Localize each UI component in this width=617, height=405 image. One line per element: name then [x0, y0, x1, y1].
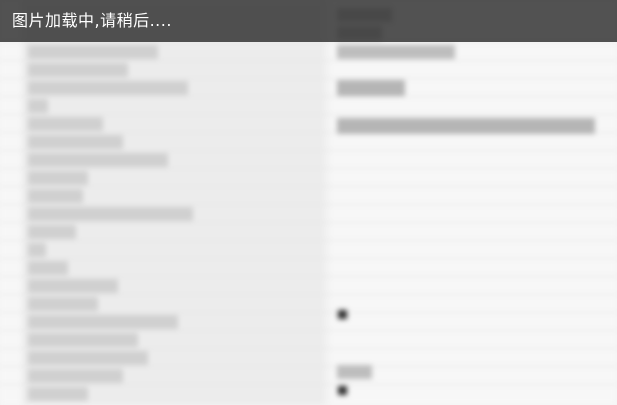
- row-divider: [0, 294, 617, 295]
- property-label: [28, 171, 88, 185]
- property-value: [337, 45, 455, 59]
- row-divider: [0, 42, 617, 43]
- row-divider: [0, 366, 617, 367]
- row-divider: [0, 348, 617, 349]
- property-label: [28, 243, 46, 257]
- property-label: [28, 189, 83, 203]
- blurred-property-table: [0, 0, 617, 405]
- row-divider: [0, 150, 617, 151]
- row-divider: [0, 96, 617, 97]
- property-label: [28, 387, 88, 401]
- property-label: [28, 45, 158, 59]
- loading-banner: 图片加载中,请稍后....: [0, 0, 617, 42]
- row-divider: [0, 78, 617, 79]
- row-divider: [0, 330, 617, 331]
- property-label: [28, 117, 103, 131]
- row-divider: [0, 168, 617, 169]
- row-divider: [0, 114, 617, 115]
- property-label: [28, 81, 188, 95]
- property-label: [28, 63, 128, 77]
- screenshot-frame: 图片加载中,请稍后....: [0, 0, 617, 405]
- row-divider: [0, 258, 617, 259]
- checkbox-square: [338, 310, 347, 319]
- property-label: [28, 225, 76, 239]
- row-divider: [0, 312, 617, 313]
- property-label: [28, 315, 178, 329]
- row-divider: [0, 240, 617, 241]
- property-label: [28, 261, 68, 275]
- property-label: [28, 333, 138, 347]
- row-divider: [0, 60, 617, 61]
- checkbox-square: [338, 386, 347, 395]
- property-label: [28, 351, 148, 365]
- property-label: [28, 297, 98, 311]
- property-label: [28, 99, 48, 113]
- property-value: [337, 118, 595, 134]
- property-label: [28, 135, 123, 149]
- loading-message: 图片加载中,请稍后....: [12, 11, 172, 30]
- property-label: [28, 153, 168, 167]
- row-divider: [0, 276, 617, 277]
- property-label: [28, 207, 193, 221]
- row-divider: [0, 222, 617, 223]
- row-divider: [0, 204, 617, 205]
- row-divider: [0, 384, 617, 385]
- property-value: [337, 80, 405, 96]
- property-label: [28, 369, 123, 383]
- property-label: [28, 279, 118, 293]
- property-value: [337, 365, 372, 379]
- row-divider: [0, 186, 617, 187]
